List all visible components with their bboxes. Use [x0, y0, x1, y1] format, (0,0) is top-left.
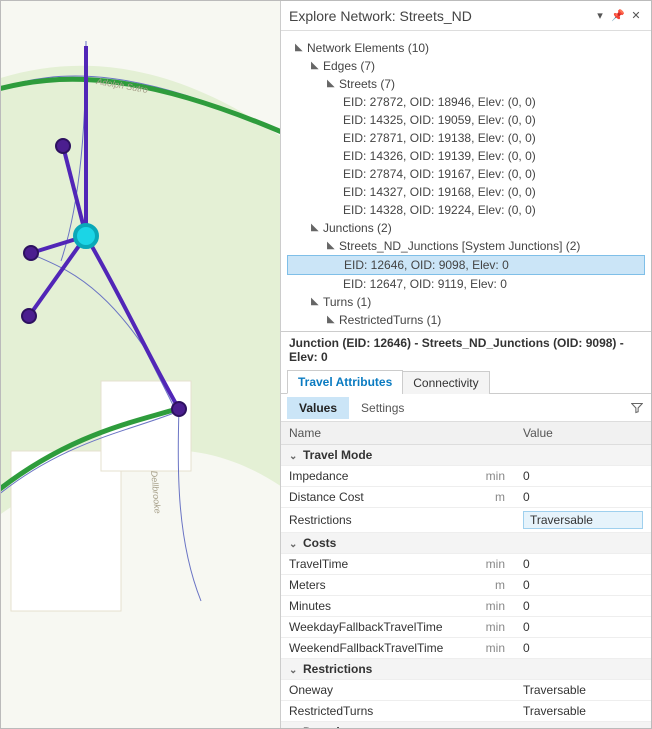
filter-icon[interactable]	[629, 400, 645, 416]
group-descriptors[interactable]: ⌄Descriptors	[281, 722, 651, 729]
tree-edge-item[interactable]: EID: 27872, OID: 18946, Elev: (0, 0)	[287, 93, 645, 111]
tree-junction-item[interactable]: EID: 12647, OID: 9119, Elev: 0	[287, 275, 645, 293]
tree-edge-item[interactable]: EID: 14328, OID: 19224, Elev: (0, 0)	[287, 201, 645, 219]
tab-connectivity[interactable]: Connectivity	[402, 371, 489, 394]
col-name: Name	[281, 422, 515, 445]
detail-tabs: Travel Attributes Connectivity	[281, 368, 651, 394]
row-impedance: Impedance min 0	[281, 466, 651, 487]
col-value: Value	[515, 422, 651, 445]
tree-edge-item[interactable]: EID: 14326, OID: 19139, Elev: (0, 0)	[287, 147, 645, 165]
tree-edges[interactable]: ◣Edges (7)	[287, 57, 645, 75]
group-restrictions[interactable]: ⌄Restrictions	[281, 659, 651, 680]
chevron-down-icon: ⌄	[289, 539, 299, 550]
caret-down-icon: ◣	[311, 297, 321, 307]
selected-junction[interactable]	[75, 225, 97, 247]
pane-header: Explore Network: Streets_ND ▾ 📌 ✕	[281, 1, 651, 31]
caret-down-icon: ◣	[311, 223, 321, 233]
caret-down-icon: ◣	[327, 79, 337, 89]
tree-edge-item[interactable]: EID: 14327, OID: 19168, Elev: (0, 0)	[287, 183, 645, 201]
row-distance-cost: Distance Cost m 0	[281, 487, 651, 508]
tree-edge-item[interactable]: EID: 27874, OID: 19167, Elev: (0, 0)	[287, 165, 645, 183]
group-costs[interactable]: ⌄Costs	[281, 533, 651, 554]
chevron-down-icon: ⌄	[289, 665, 299, 676]
restrictions-value-input: Traversable	[523, 511, 643, 529]
network-tree[interactable]: ◣Network Elements (10) ◣Edges (7) ◣Stree…	[281, 31, 651, 331]
tree-root[interactable]: ◣Network Elements (10)	[287, 39, 645, 57]
row-oneway: Oneway Traversable	[281, 680, 651, 701]
row-minutes: Minutes min 0	[281, 596, 651, 617]
group-travel-mode[interactable]: ⌄Travel Mode	[281, 445, 651, 466]
tree-junction-item-selected[interactable]: EID: 12646, OID: 9098, Elev: 0	[287, 255, 645, 275]
subtab-values[interactable]: Values	[287, 397, 349, 419]
map-canvas[interactable]: Adolph Sutro Dellbrooke	[1, 1, 281, 728]
row-restricted-turns: RestrictedTurns Traversable	[281, 701, 651, 722]
tree-edge-item[interactable]: EID: 14325, OID: 19059, Elev: (0, 0)	[287, 111, 645, 129]
caret-down-icon: ◣	[295, 43, 305, 53]
caret-down-icon: ◣	[311, 61, 321, 71]
tree-sys-junctions[interactable]: ◣Streets_ND_Junctions [System Junctions]…	[287, 237, 645, 255]
tree-edge-item[interactable]: EID: 27871, OID: 19138, Elev: (0, 0)	[287, 129, 645, 147]
row-meters: Meters m 0	[281, 575, 651, 596]
chevron-down-icon: ⌄	[289, 451, 299, 462]
caret-down-icon: ◣	[327, 241, 337, 251]
tree-turns[interactable]: ◣Turns (1)	[287, 293, 645, 311]
subtab-settings[interactable]: Settings	[349, 397, 416, 419]
tab-travel-attributes[interactable]: Travel Attributes	[287, 370, 403, 394]
row-weekday-fallback: WeekdayFallbackTravelTime min 0	[281, 617, 651, 638]
detail-header: Junction (EID: 12646) - Streets_ND_Junct…	[281, 331, 651, 368]
close-icon[interactable]: ✕	[629, 9, 643, 23]
row-traveltime: TravelTime min 0	[281, 554, 651, 575]
dock-dropdown-icon[interactable]: ▾	[593, 9, 607, 23]
detail-subtabs: Values Settings	[281, 394, 651, 422]
tree-streets[interactable]: ◣Streets (7)	[287, 75, 645, 93]
tree-junctions[interactable]: ◣Junctions (2)	[287, 219, 645, 237]
pane-title: Explore Network: Streets_ND	[289, 8, 593, 24]
caret-down-icon: ◣	[327, 315, 337, 325]
row-weekend-fallback: WeekendFallbackTravelTime min 0	[281, 638, 651, 659]
tree-rturns[interactable]: ◣RestrictedTurns (1)	[287, 311, 645, 329]
row-restrictions: Restrictions Traversable	[281, 508, 651, 533]
attribute-grid[interactable]: Name Value ⌄Travel Mode Impedance min 0 …	[281, 422, 651, 728]
pin-icon[interactable]: 📌	[611, 9, 625, 23]
